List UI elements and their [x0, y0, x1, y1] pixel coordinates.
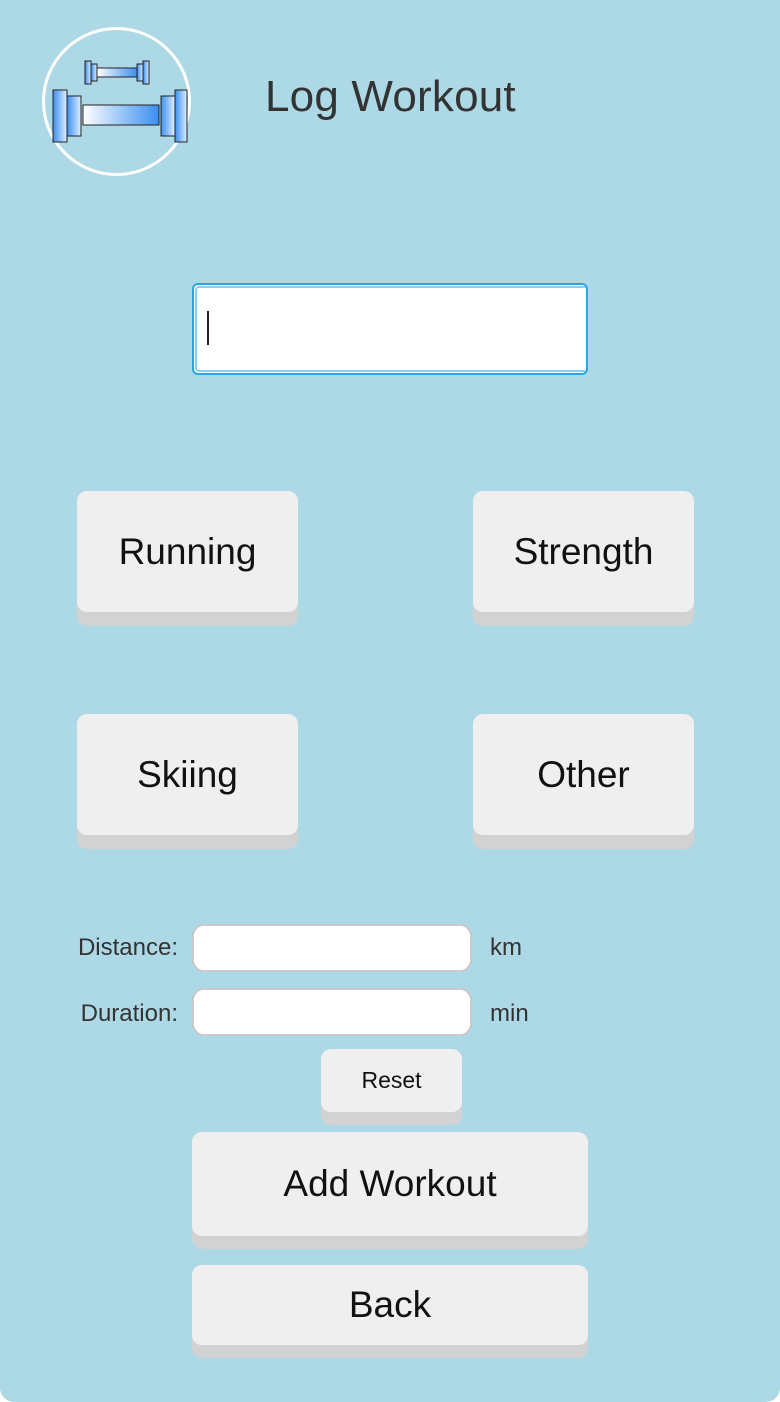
page-title: Log Workout: [265, 72, 516, 121]
strength-button[interactable]: Strength: [473, 491, 694, 612]
duration-field[interactable]: [192, 988, 472, 1036]
add-workout-button[interactable]: Add Workout: [192, 1132, 588, 1236]
date-picker[interactable]: [192, 283, 588, 375]
other-button[interactable]: Other: [473, 714, 694, 835]
skiing-button[interactable]: Skiing: [77, 714, 298, 835]
distance-label: Distance:: [77, 934, 178, 961]
running-button[interactable]: Running: [77, 491, 298, 612]
back-button[interactable]: Back: [192, 1265, 588, 1345]
distance-field[interactable]: [192, 924, 472, 972]
duration-label: Duration:: [80, 1000, 178, 1027]
date-input[interactable]: [195, 286, 586, 372]
text-caret: [207, 311, 209, 345]
reset-button[interactable]: Reset: [321, 1049, 462, 1112]
distance-unit: km: [490, 934, 522, 961]
app-logo: [42, 27, 191, 176]
dumbbell-icon: [52, 60, 188, 143]
duration-unit: min: [490, 1000, 529, 1027]
log-workout-screen: Log Workout Running Strength Skiing Othe…: [0, 0, 780, 1402]
